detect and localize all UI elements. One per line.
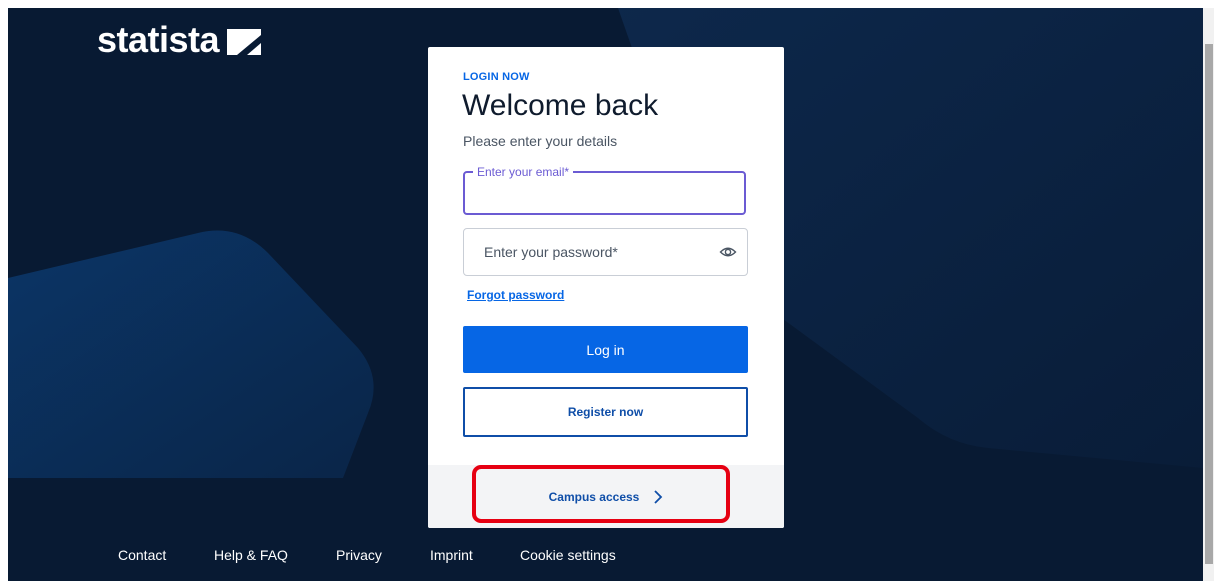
login-card: LOGIN NOW Welcome back Please enter your…	[428, 47, 784, 528]
footer-link-help-faq[interactable]: Help & FAQ	[214, 547, 288, 563]
campus-access-section: Campus access	[428, 465, 784, 528]
statista-logo-mark-icon	[227, 29, 262, 55]
page-subtitle: Please enter your details	[463, 133, 618, 149]
forgot-password-link[interactable]: Forgot password	[467, 288, 564, 302]
footer-link-cookie-settings[interactable]: Cookie settings	[520, 547, 616, 563]
register-button[interactable]: Register now	[463, 387, 748, 437]
password-field[interactable]: Enter your password*	[463, 228, 748, 276]
statista-logo[interactable]: statista	[97, 19, 262, 60]
footer-link-privacy[interactable]: Privacy	[336, 547, 382, 563]
email-field-label: Enter your email*	[473, 165, 574, 179]
login-eyebrow: LOGIN NOW	[463, 71, 530, 83]
footer-nav: Contact Help & FAQ Privacy Imprint Cooki…	[0, 547, 1200, 567]
login-button[interactable]: Log in	[463, 326, 748, 373]
annotation-highlight-box	[472, 465, 730, 523]
email-field[interactable]: Enter your email*	[463, 165, 746, 215]
browser-viewport: statista LOGIN NOW Welcome back Please e…	[0, 0, 1214, 581]
footer-link-contact[interactable]: Contact	[118, 547, 166, 563]
brand-name: statista	[97, 19, 220, 60]
page-title: Welcome back	[462, 89, 659, 122]
scrollbar-thumb[interactable]	[1205, 44, 1213, 564]
footer-link-imprint[interactable]: Imprint	[430, 547, 473, 563]
password-field-placeholder: Enter your password*	[484, 244, 618, 260]
vertical-scrollbar[interactable]	[1203, 8, 1214, 581]
eye-icon[interactable]	[719, 243, 737, 261]
